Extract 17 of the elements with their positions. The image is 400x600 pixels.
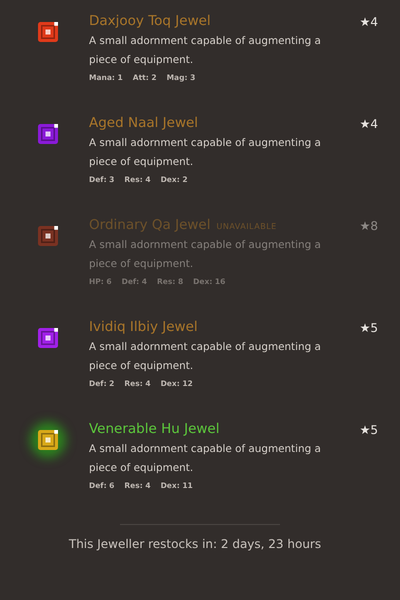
- item-description: A small adornment capable of augmenting a piece of equipment.: [89, 34, 322, 68]
- item-name[interactable]: Ordinary Qa Jewel: [89, 214, 210, 236]
- star-rating: ★4: [360, 15, 378, 31]
- star-rating: ★5: [360, 423, 378, 439]
- item-name[interactable]: Venerable Hu Jewel: [89, 418, 220, 440]
- star-rating: ★5: [360, 321, 378, 337]
- star-rating: ★4: [360, 117, 378, 133]
- item-name[interactable]: Ividiq Ilbiy Jewel: [89, 316, 198, 338]
- item-name[interactable]: Daxjooy Toq Jewel: [89, 10, 211, 32]
- item-description: A small adornment capable of augmenting a piece of equipment.: [89, 442, 322, 476]
- item-description: A small adornment capable of augmenting a piece of equipment.: [89, 238, 322, 272]
- restock-timer: This Jeweller restocks in: 2 days, 23 hours: [68, 537, 322, 551]
- item-description: A small adornment capable of augmenting a piece of equipment.: [89, 136, 322, 170]
- item-name[interactable]: Aged Naal Jewel: [89, 112, 198, 134]
- item-description: A small adornment capable of augmenting a piece of equipment.: [89, 340, 322, 374]
- unavailable-label: UNAVAILABLE: [216, 222, 277, 231]
- star-rating: ★8: [360, 219, 378, 235]
